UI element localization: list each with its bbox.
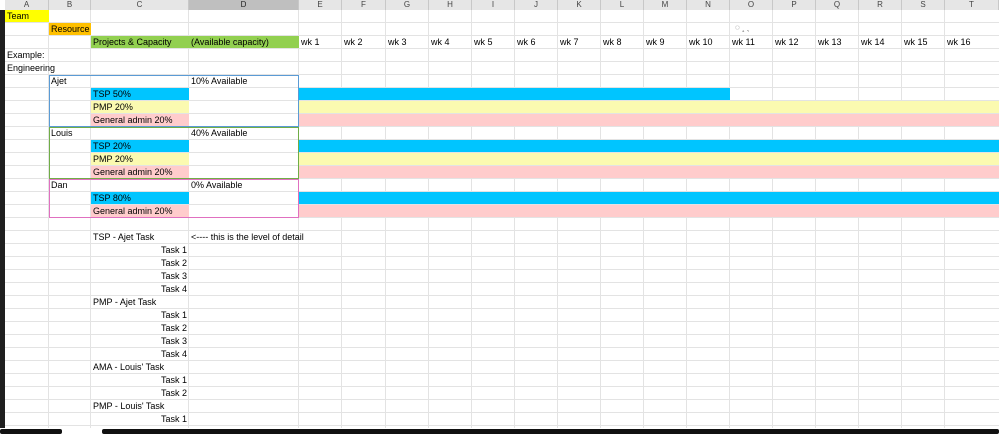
week-header[interactable]: wk 14 (859, 36, 902, 49)
week-header[interactable]: wk 4 (429, 36, 472, 49)
column-header-e[interactable]: E (299, 0, 342, 10)
sheet-bottom-bar (0, 428, 999, 434)
task-item[interactable]: Task 4 (91, 283, 189, 296)
task-group-title[interactable]: TSP - Ajet Task (91, 231, 189, 244)
column-header-a[interactable]: A (5, 0, 49, 10)
column-header-g[interactable]: G (386, 0, 429, 10)
capacity-bar (299, 114, 999, 126)
capacity-bar (299, 101, 999, 113)
example-label[interactable]: Example: (5, 49, 49, 62)
column-header-t[interactable]: T (945, 0, 999, 10)
capacity-bar (299, 192, 999, 204)
task-item[interactable]: Task 2 (91, 322, 189, 335)
column-header-r[interactable]: R (859, 0, 902, 10)
week-header[interactable]: wk 13 (816, 36, 859, 49)
spreadsheet-grid[interactable]: A B C D E F G H I J K L M N O P Q R S T Team Resource Projects… (0, 0, 999, 428)
row-gridline (5, 22, 999, 23)
column-header-p[interactable]: P (773, 0, 816, 10)
resource-block-border (49, 127, 299, 179)
selection-cursor-icon: ◌ ˳ ˎ (735, 23, 750, 32)
column-header-f[interactable]: F (342, 0, 386, 10)
capacity-bar (299, 166, 999, 178)
task-group-title[interactable]: PMP - Louis' Task (91, 400, 189, 413)
column-gridline (772, 10, 773, 428)
capacity-bar (299, 88, 730, 100)
week-header[interactable]: wk 1 (299, 36, 342, 49)
task-item[interactable]: Task 2 (91, 387, 189, 400)
column-header-k[interactable]: K (558, 0, 601, 10)
column-header-o[interactable]: O (730, 0, 773, 10)
task-group-title[interactable]: AMA - Louis' Task (91, 361, 189, 374)
week-header[interactable]: wk 11 (730, 36, 773, 49)
column-header-d[interactable]: D (189, 0, 299, 10)
column-header-s[interactable]: S (902, 0, 945, 10)
capacity-bar (299, 205, 999, 217)
column-header-m[interactable]: M (644, 0, 687, 10)
row-gridline (5, 61, 999, 62)
projects-capacity-header[interactable]: Projects & Capacity (91, 36, 189, 49)
column-gridline (901, 10, 902, 428)
resource-block-border (49, 179, 299, 218)
column-gridline (815, 10, 816, 428)
task-item[interactable]: Task 1 (91, 413, 189, 426)
column-gridline (298, 10, 299, 428)
task-item[interactable]: Task 1 (91, 374, 189, 387)
task-item[interactable]: Task 1 (91, 309, 189, 322)
horizontal-scrollbar[interactable] (102, 429, 999, 434)
sheet-tabs-scroll[interactable] (0, 429, 62, 434)
column-gridline (944, 10, 945, 428)
detail-note[interactable]: <---- this is the level of detail (189, 231, 342, 244)
column-header-b[interactable]: B (49, 0, 91, 10)
week-header[interactable]: wk 2 (342, 36, 386, 49)
column-gridline (385, 10, 386, 428)
week-header[interactable]: wk 16 (945, 36, 999, 49)
week-header[interactable]: wk 3 (386, 36, 429, 49)
team-label[interactable]: Team (5, 10, 49, 23)
task-item[interactable]: Task 3 (91, 335, 189, 348)
task-item[interactable]: Task 2 (91, 257, 189, 270)
week-header[interactable]: wk 6 (515, 36, 558, 49)
capacity-bar (299, 140, 999, 152)
column-header-l[interactable]: L (601, 0, 644, 10)
column-gridline (643, 10, 644, 428)
task-item[interactable]: Task 1 (91, 244, 189, 257)
week-header[interactable]: wk 8 (601, 36, 644, 49)
column-header-q[interactable]: Q (816, 0, 859, 10)
week-header[interactable]: wk 12 (773, 36, 816, 49)
column-gridline (471, 10, 472, 428)
capacity-bar (299, 153, 999, 165)
column-header-n[interactable]: N (687, 0, 730, 10)
task-group-title[interactable]: PMP - Ajet Task (91, 296, 189, 309)
task-item[interactable]: Task 3 (91, 270, 189, 283)
resource-label[interactable]: Resource (49, 23, 91, 36)
task-item[interactable]: Task 4 (91, 348, 189, 361)
week-header[interactable]: wk 7 (558, 36, 601, 49)
resource-block-border (49, 75, 299, 127)
column-gridline (514, 10, 515, 428)
column-gridline (428, 10, 429, 428)
column-header-c[interactable]: C (91, 0, 189, 10)
column-gridline (557, 10, 558, 428)
engineering-label[interactable]: Engineering (5, 62, 55, 75)
week-header[interactable]: wk 15 (902, 36, 945, 49)
column-header-h[interactable]: H (429, 0, 472, 10)
available-capacity-header[interactable]: (Available capacity) (189, 36, 299, 49)
week-header[interactable]: wk 5 (472, 36, 515, 49)
column-gridline (686, 10, 687, 428)
week-header[interactable]: wk 9 (644, 36, 687, 49)
column-header-i[interactable]: I (472, 0, 515, 10)
column-gridline (341, 10, 342, 428)
column-gridline (729, 10, 730, 428)
column-header-j[interactable]: J (515, 0, 558, 10)
column-gridline (858, 10, 859, 428)
column-gridline (600, 10, 601, 428)
week-header[interactable]: wk 10 (687, 36, 730, 49)
